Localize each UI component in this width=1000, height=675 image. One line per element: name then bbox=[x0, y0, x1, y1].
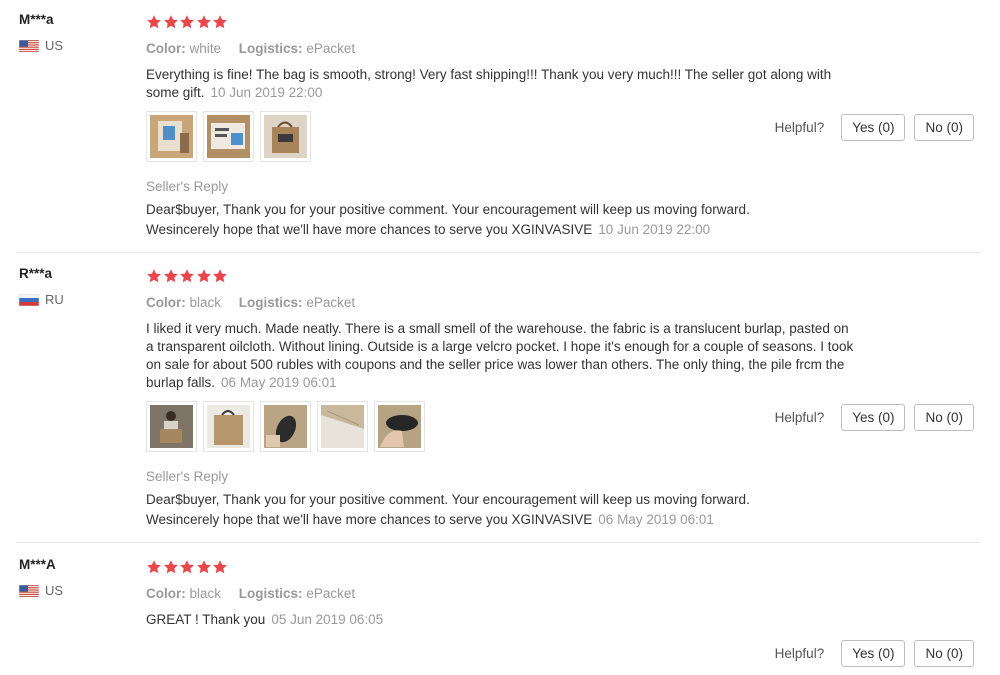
reply-line: Wesincerely hope that we'll have more ch… bbox=[146, 512, 593, 527]
review-photos bbox=[146, 111, 856, 162]
review-photo[interactable] bbox=[260, 111, 311, 162]
seller-reply-title: Seller's Reply bbox=[146, 179, 229, 194]
reviewer-name: M***a bbox=[19, 12, 54, 27]
review-body: GREAT ! Thank you bbox=[146, 612, 266, 627]
reviewer-country: RU bbox=[19, 292, 64, 308]
reply-date: 10 Jun 2019 22:00 bbox=[598, 222, 711, 237]
logistics-value: ePacket bbox=[306, 41, 356, 56]
review-text: GREAT ! Thank you 05 Jun 2019 06:05 bbox=[146, 611, 856, 629]
helpful-vote: Helpful? Yes (0) No (0) bbox=[775, 640, 974, 667]
helpful-vote: Helpful? Yes (0) No (0) bbox=[775, 114, 974, 141]
reviewer: R***a RU bbox=[19, 265, 64, 308]
star-icon bbox=[196, 14, 212, 30]
review-photo[interactable] bbox=[260, 401, 311, 452]
review-date: 10 Jun 2019 22:00 bbox=[210, 85, 323, 100]
ru-flag-icon bbox=[19, 294, 39, 306]
star-icon bbox=[212, 559, 228, 575]
product-attributes: Color: white Logistics: ePacket bbox=[146, 40, 856, 58]
color-value: black bbox=[189, 586, 222, 601]
product-attributes: Color: black Logistics: ePacket bbox=[146, 585, 856, 603]
star-rating bbox=[146, 267, 856, 285]
logistics-value: ePacket bbox=[306, 586, 356, 601]
reviewer-name: R***a bbox=[19, 266, 53, 281]
star-icon bbox=[196, 559, 212, 575]
review-text: Everything is fine! The bag is smooth, s… bbox=[146, 66, 856, 102]
seller-reply-title: Seller's Reply bbox=[146, 469, 229, 484]
seller-reply: Dear$buyer, Thank you for your positive … bbox=[146, 200, 856, 240]
helpful-no-button[interactable]: No (0) bbox=[914, 404, 974, 431]
logistics-label: Logistics: bbox=[238, 41, 303, 56]
review-divider bbox=[16, 542, 980, 543]
country-code: US bbox=[45, 38, 64, 53]
reply-line: Wesincerely hope that we'll have more ch… bbox=[146, 222, 593, 237]
review-photo[interactable] bbox=[317, 401, 368, 452]
reviewer: M***a US bbox=[19, 11, 63, 54]
star-icon bbox=[179, 559, 195, 575]
review-photo[interactable] bbox=[146, 111, 197, 162]
color-value: white bbox=[189, 41, 222, 56]
reply-date: 06 May 2019 06:01 bbox=[598, 512, 714, 527]
review-photo[interactable] bbox=[374, 401, 425, 452]
star-icon bbox=[146, 268, 162, 284]
logistics-label: Logistics: bbox=[238, 586, 303, 601]
color-value: black bbox=[189, 295, 222, 310]
logistics-value: ePacket bbox=[306, 295, 356, 310]
review-date: 06 May 2019 06:01 bbox=[221, 375, 337, 390]
review-photo[interactable] bbox=[203, 401, 254, 452]
color-label: Color: bbox=[146, 41, 186, 56]
helpful-yes-button[interactable]: Yes (0) bbox=[841, 640, 906, 667]
star-icon bbox=[146, 559, 162, 575]
review-photos bbox=[146, 401, 856, 452]
reviewer-country: US bbox=[19, 38, 63, 54]
color-label: Color: bbox=[146, 586, 186, 601]
star-icon bbox=[179, 14, 195, 30]
review-content: Color: black Logistics: ePacket I liked … bbox=[146, 267, 856, 530]
helpful-no-button[interactable]: No (0) bbox=[914, 114, 974, 141]
reviewer-country: US bbox=[19, 583, 63, 599]
review-photo[interactable] bbox=[203, 111, 254, 162]
review-content: Color: white Logistics: ePacket Everythi… bbox=[146, 13, 856, 240]
star-icon bbox=[179, 268, 195, 284]
country-code: US bbox=[45, 583, 64, 598]
helpful-label: Helpful? bbox=[774, 410, 825, 425]
reply-line: Dear$buyer, Thank you for your positive … bbox=[146, 492, 750, 507]
helpful-label: Helpful? bbox=[774, 120, 825, 135]
star-icon bbox=[163, 268, 179, 284]
star-icon bbox=[163, 14, 179, 30]
star-icon bbox=[212, 268, 228, 284]
us-flag-icon bbox=[19, 40, 39, 52]
review-photo[interactable] bbox=[146, 401, 197, 452]
review-content: Color: black Logistics: ePacket GREAT ! … bbox=[146, 558, 856, 629]
star-icon bbox=[196, 268, 212, 284]
country-code: RU bbox=[45, 292, 64, 307]
helpful-no-button[interactable]: No (0) bbox=[914, 640, 974, 667]
star-rating bbox=[146, 558, 856, 576]
review-text: I liked it very much. Made neatly. There… bbox=[146, 320, 856, 392]
us-flag-icon bbox=[19, 585, 39, 597]
logistics-label: Logistics: bbox=[238, 295, 303, 310]
product-attributes: Color: black Logistics: ePacket bbox=[146, 294, 856, 312]
helpful-label: Helpful? bbox=[774, 646, 825, 661]
star-rating bbox=[146, 13, 856, 31]
star-icon bbox=[163, 559, 179, 575]
helpful-vote: Helpful? Yes (0) No (0) bbox=[775, 404, 974, 431]
star-icon bbox=[212, 14, 228, 30]
helpful-yes-button[interactable]: Yes (0) bbox=[841, 404, 906, 431]
review-divider bbox=[16, 252, 980, 253]
helpful-yes-button[interactable]: Yes (0) bbox=[841, 114, 906, 141]
reviewer-name: M***A bbox=[19, 557, 56, 572]
color-label: Color: bbox=[146, 295, 186, 310]
review-date: 05 Jun 2019 06:05 bbox=[271, 612, 384, 627]
reviewer: M***A US bbox=[19, 556, 63, 599]
reply-line: Dear$buyer, Thank you for your positive … bbox=[146, 202, 750, 217]
seller-reply: Dear$buyer, Thank you for your positive … bbox=[146, 490, 856, 530]
star-icon bbox=[146, 14, 162, 30]
